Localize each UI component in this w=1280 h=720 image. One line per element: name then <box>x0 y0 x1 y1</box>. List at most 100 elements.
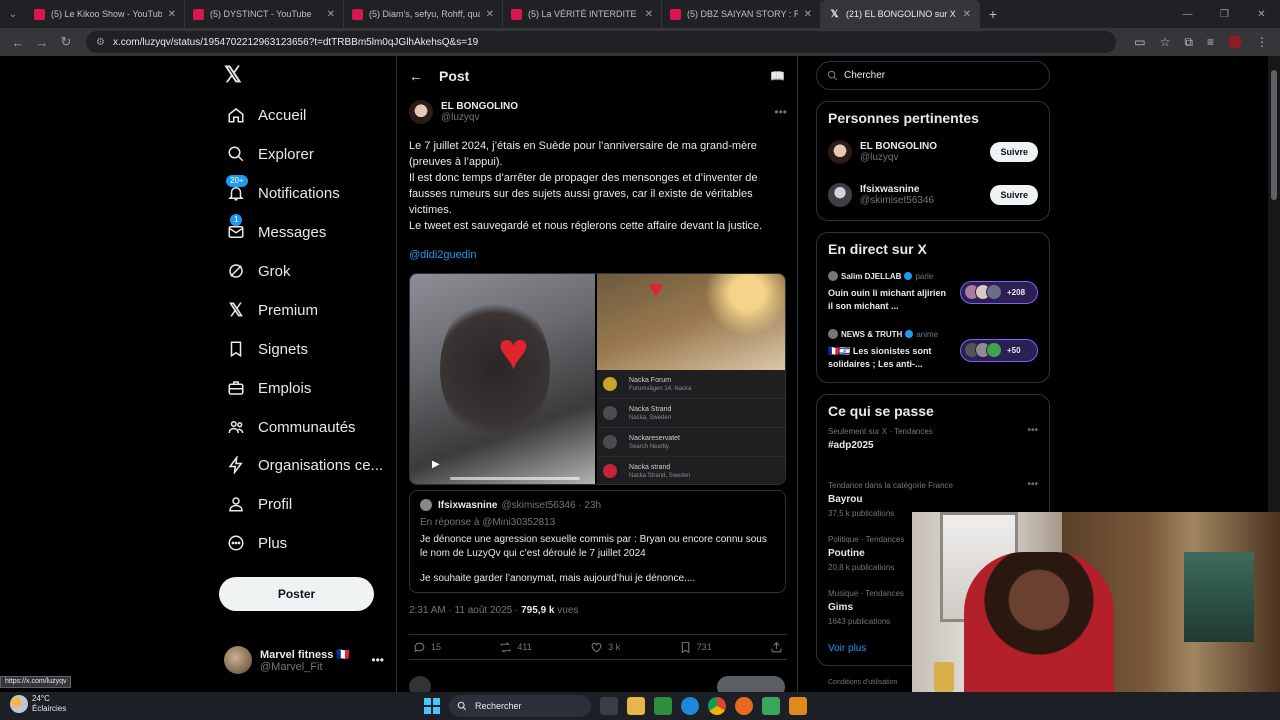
weather-icon <box>10 695 28 713</box>
nav-item-profil[interactable]: Profil <box>214 486 292 522</box>
edge-icon[interactable] <box>681 697 699 715</box>
close-icon[interactable]: ✕ <box>963 9 971 20</box>
close-window-icon[interactable]: ✕ <box>1243 9 1280 20</box>
author-handle[interactable]: @luzyqv <box>441 112 518 123</box>
suggested-account[interactable]: Ifsixwasnine @skimiset56346 Suivre <box>828 173 1038 216</box>
nav-item-emplois[interactable]: Emplois <box>214 370 311 406</box>
address-bar[interactable]: ⚙ x.com/luzyqv/status/195470221296312365… <box>86 31 1116 53</box>
account-switcher[interactable]: Marvel fitness 🇫🇷 @Marvel_Fit ••• <box>224 640 384 680</box>
browser-tab[interactable]: (5) Le Kikoo Show - YouTube ✕ <box>26 0 185 28</box>
nav-item-communautes[interactable]: Communautés <box>214 409 356 445</box>
verified-icon <box>904 272 913 280</box>
reply-submit-button[interactable] <box>717 676 785 692</box>
nvidia-icon[interactable] <box>654 697 672 715</box>
follow-button[interactable]: Suivre <box>990 141 1038 162</box>
new-tab-icon[interactable]: + <box>980 6 1006 22</box>
extensions-icon[interactable]: ⧉ <box>1184 35 1193 50</box>
taskbar-search[interactable]: Rechercher <box>449 695 591 717</box>
more-icon[interactable]: ••• <box>1027 425 1038 436</box>
quoted-post[interactable]: Ifsixwasnine @skimiset56346 · 23h En rép… <box>409 490 786 593</box>
post-button[interactable]: Poster <box>219 577 374 611</box>
image-collage[interactable]: ♥ Nacka Forum Forumvägen 14, Nacka Nacka … <box>597 274 785 484</box>
temperature: 24°C <box>32 694 50 703</box>
nav-item-accueil[interactable]: Accueil <box>214 97 306 133</box>
live-card: En direct sur X Salim DJELLAB parle Ouin … <box>816 232 1050 383</box>
live-space[interactable]: Salim DJELLAB parle Ouin ouin li michant … <box>828 263 1038 321</box>
file-explorer-icon[interactable] <box>627 697 645 715</box>
play-icon[interactable]: ▶ <box>432 459 440 470</box>
weather-widget[interactable]: 24°C Éclaircies <box>10 694 66 714</box>
browser-tab[interactable]: (5) Diam's, sefyu, Rohff, quand ✕ <box>344 0 503 28</box>
follow-button[interactable]: Suivre <box>990 184 1038 205</box>
browser-tab[interactable]: (5) La VÉRITÉ INTERDITE sur DC ✕ <box>503 0 662 28</box>
repost-button[interactable]: 411 <box>499 641 532 654</box>
cast-icon[interactable]: ▭ <box>1134 35 1145 50</box>
site-info-icon[interactable]: ⚙ <box>96 37 105 48</box>
nav-item-plus[interactable]: Plus <box>214 525 287 561</box>
reader-mode-icon[interactable]: 📖 <box>770 69 785 83</box>
video-thumbnail[interactable]: ♥ ▶ <box>410 274 596 484</box>
maximize-icon[interactable]: ❐ <box>1206 9 1243 20</box>
back-arrow-icon[interactable]: ← <box>409 68 439 84</box>
close-icon[interactable]: ✕ <box>645 9 653 20</box>
windows-taskbar: 24°C Éclaircies Rechercher <box>0 692 1280 720</box>
nav-item-grok[interactable]: Grok <box>214 253 291 289</box>
nav-item-signets[interactable]: Signets <box>214 331 308 367</box>
forward-arrow-icon[interactable]: → <box>30 35 54 50</box>
firefox-icon[interactable] <box>735 697 753 715</box>
minimize-icon[interactable]: — <box>1169 9 1206 20</box>
browser-tab-active[interactable]: 𝕏 (21) EL BONGOLINO sur X : "Le ✕ <box>821 0 980 28</box>
mention-link[interactable]: @didi2guedin <box>409 249 476 261</box>
tab-search-icon[interactable]: ⌄ <box>0 0 26 28</box>
nav-item-explorer[interactable]: Explorer <box>214 136 314 172</box>
like-button[interactable]: 3 k <box>590 641 620 654</box>
profile-avatar-icon[interactable] <box>1228 34 1242 49</box>
menu-icon[interactable]: ⋮ <box>1256 35 1268 50</box>
reply-button[interactable]: 15 <box>413 641 441 654</box>
avatar <box>224 646 252 674</box>
scrollbar-thumb[interactable] <box>1271 70 1277 200</box>
listeners-pill[interactable]: +50 <box>960 338 1038 362</box>
app-icon[interactable] <box>762 697 780 715</box>
reload-icon[interactable]: ↻ <box>54 34 78 50</box>
footer-link[interactable]: Conditions d'utilisation <box>828 679 897 686</box>
verified-icon <box>905 330 914 338</box>
x-logo-icon[interactable]: 𝕏 <box>224 64 246 86</box>
more-icon[interactable]: ••• <box>371 653 384 667</box>
share-button[interactable] <box>770 641 783 654</box>
bookmark-button[interactable]: 731 <box>679 641 712 654</box>
list-item: Nacka strand Nacka Strand, Sweden <box>597 457 785 484</box>
nav-item-organisations[interactable]: Organisations ce... <box>214 447 383 483</box>
post-timestamp[interactable]: 2:31 AM · 11 août 2025 · <box>409 605 521 616</box>
search-input[interactable]: Chercher <box>816 61 1050 90</box>
media-icon[interactable]: ≡ <box>1207 35 1214 50</box>
close-icon[interactable]: ✕ <box>168 9 176 20</box>
nav-item-messages[interactable]: 1 Messages <box>214 214 326 250</box>
list-item: Nacka Forum Forumvägen 14, Nacka <box>597 370 785 399</box>
suggested-account[interactable]: EL BONGOLINO @luzyqv Suivre <box>828 130 1038 173</box>
more-icon[interactable]: ••• <box>1027 479 1038 490</box>
location-icon <box>603 377 618 391</box>
close-icon[interactable]: ✕ <box>486 9 494 20</box>
close-icon[interactable]: ✕ <box>327 9 335 20</box>
task-view-icon[interactable] <box>600 697 618 715</box>
account-name: Marvel fitness 🇫🇷 <box>260 648 351 661</box>
avatar[interactable] <box>409 100 433 124</box>
more-icon[interactable]: ••• <box>774 105 787 119</box>
browser-tab[interactable]: (5) DBZ SAIYAN STORY : Roi vég ✕ <box>662 0 821 28</box>
video-progress-bar[interactable] <box>450 477 580 480</box>
browser-tab[interactable]: (5) DYSTINCT - YouTube ✕ <box>185 0 344 28</box>
chrome-icon[interactable] <box>708 697 726 715</box>
nav-item-notifications[interactable]: 20+ Notifications <box>214 175 340 211</box>
back-arrow-icon[interactable]: ← <box>6 35 30 50</box>
live-space[interactable]: NEWS & TRUTH anime 🇫🇷🇮🇱 Les sionistes son… <box>828 321 1038 379</box>
close-icon[interactable]: ✕ <box>804 9 812 20</box>
vlc-icon[interactable] <box>789 697 807 715</box>
author-name[interactable]: EL BONGOLINO <box>441 101 518 112</box>
listeners-pill[interactable]: +208 <box>960 280 1038 304</box>
nav-item-premium[interactable]: 𝕏 Premium <box>214 292 318 328</box>
trend-item[interactable]: Seulement sur X · Tendances #adp2025 ••• <box>828 419 1038 473</box>
star-icon[interactable]: ☆ <box>1160 35 1171 50</box>
view-count: 795,9 k <box>521 605 555 616</box>
windows-start-icon[interactable] <box>424 698 440 714</box>
